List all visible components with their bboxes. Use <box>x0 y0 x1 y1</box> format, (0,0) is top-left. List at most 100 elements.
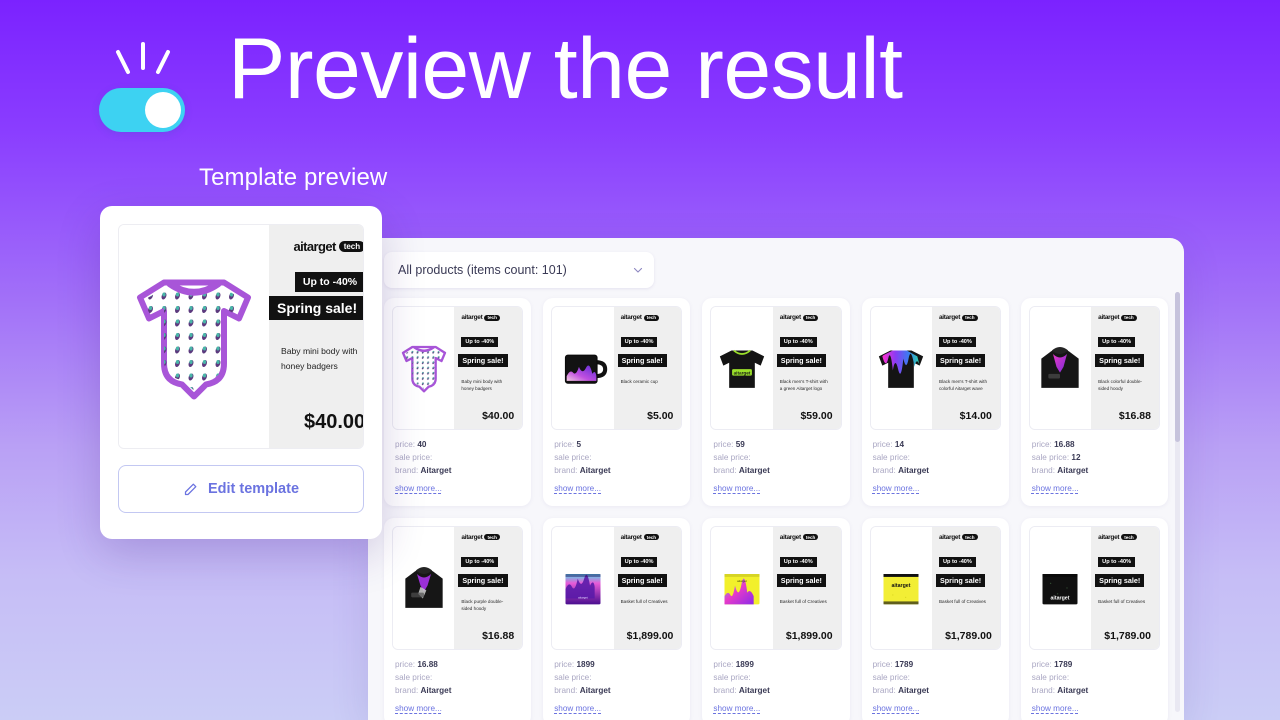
creative-sidebar: aitarget tech Up to -40% Spring sale! Bl… <box>613 307 682 429</box>
panel-scrollbar[interactable] <box>1175 292 1180 712</box>
show-more-link[interactable]: show more... <box>554 704 601 713</box>
discount-badge: Up to -40% <box>1098 556 1136 567</box>
creative-badges: Up to -40% Spring sale! <box>776 330 835 370</box>
show-more-link[interactable]: show more... <box>873 484 920 493</box>
creative-description: Baby mini body with honey badgers <box>461 379 503 392</box>
show-more-link[interactable]: show more... <box>554 484 601 493</box>
sale-badge: Spring sale! <box>617 354 667 367</box>
product-meta: price: 16.88 sale price: brand: Aitarget… <box>392 650 523 716</box>
show-more-link[interactable]: show more... <box>873 704 920 713</box>
product-brand-line: brand: Aitarget <box>554 685 679 698</box>
product-card[interactable]: aitarget tech Up to -40% Spring sale! Ba… <box>384 298 532 506</box>
panel-scrollbar-thumb[interactable] <box>1175 292 1180 442</box>
aitarget-logo: aitarget tech <box>461 314 516 321</box>
product-grid: aitarget tech Up to -40% Spring sale! Ba… <box>368 298 1184 720</box>
creative-sidebar: aitarget tech Up to -40% Spring sale! Ba… <box>613 526 682 649</box>
product-creative: aitarget tech Up to -40% Spring sale! Bl… <box>869 306 1001 430</box>
creative-badges: Up to -40% Spring sale! <box>617 550 676 590</box>
preview-price: $40.00 <box>303 411 364 433</box>
preview-creative: aitarget tech Up to -40% Spring sale! Ba… <box>118 224 364 449</box>
brand-label: brand: <box>872 685 896 695</box>
aitarget-logo: aitarget tech <box>281 239 363 254</box>
aitarget-logo-text: aitarget <box>620 314 642 321</box>
show-more-link[interactable]: show more... <box>713 704 760 713</box>
product-brand-line: brand: Aitarget <box>1032 685 1157 698</box>
product-card[interactable]: aitarget tech Up to -40% Spring sale! Bl… <box>861 298 1009 506</box>
svg-text:aitarget: aitarget <box>578 595 588 599</box>
creative-badges: Up to -40% Spring sale! <box>1095 550 1153 590</box>
creative-description: Black purple double-sided hoody <box>461 598 504 611</box>
product-sale-price-line: sale price: <box>873 672 998 685</box>
creative-sidebar: aitarget tech Up to -40% Spring sale! Ba… <box>931 526 1000 649</box>
preview-description: Baby mini body with honey badgers <box>281 346 358 372</box>
price-value: 14 <box>894 440 905 449</box>
product-card[interactable]: aitarget aitarget tech Up to -40% Spring… <box>702 298 850 506</box>
sale-badge: Spring sale! <box>935 354 986 367</box>
price-label: price: <box>713 659 734 669</box>
product-meta: price: 14 sale price: brand: Aitarget sh… <box>870 430 1001 496</box>
product-price-line: price: 16.88 <box>395 659 520 672</box>
product-price-line: price: 59 <box>713 439 838 452</box>
sale-price-label: sale price: <box>1031 452 1070 462</box>
product-price-line: price: 1789 <box>1032 659 1157 672</box>
product-image: aitarget <box>552 526 614 649</box>
product-meta: price: 16.88 sale price: 12 brand: Aitar… <box>1029 430 1160 496</box>
price-label: price: <box>554 440 575 449</box>
aitarget-logo-text: aitarget <box>620 533 642 541</box>
product-card[interactable]: aitarget aitarget tech Up to -40% Spring… <box>543 517 691 720</box>
creative-description: Basket full of Creatives <box>620 598 668 604</box>
price-value: 5 <box>576 440 582 449</box>
creative-description: Black men's T-shirt with a green Aitarge… <box>779 379 828 392</box>
product-sale-price-line: sale price: <box>395 452 520 465</box>
product-card[interactable]: aitarget tech Up to -40% Spring sale! Bl… <box>384 517 532 720</box>
discount-badge: Up to -40% <box>461 556 499 567</box>
svg-text:aitarget: aitarget <box>1051 596 1070 602</box>
aitarget-logo: aitarget tech <box>780 534 835 541</box>
aitarget-logo-tech: tech <box>484 534 500 541</box>
product-creative: aitarget aitarget tech Up to -40% Spring… <box>869 525 1001 650</box>
template-preview-card: aitarget tech Up to -40% Spring sale! Ba… <box>100 206 382 539</box>
edit-template-button[interactable]: Edit template <box>118 465 364 513</box>
show-more-link[interactable]: show more... <box>1032 704 1079 713</box>
template-preview-toggle[interactable] <box>99 88 185 132</box>
product-card[interactable]: aitarget aitarget tech Up to -40% Spring… <box>1020 517 1168 720</box>
product-card[interactable]: aitarget aitarget tech Up to -40% Spring… <box>702 517 850 720</box>
product-creative: aitarget aitarget tech Up to -40% Spring… <box>710 525 842 650</box>
filter-row: All products (items count: 101) <box>368 238 1184 298</box>
brand-label: brand: <box>1031 465 1056 475</box>
product-meta: price: 40 sale price: brand: Aitarget sh… <box>392 430 523 496</box>
product-card[interactable]: aitarget aitarget tech Up to -40% Spring… <box>861 517 1009 720</box>
aitarget-logo: aitarget tech <box>939 534 994 541</box>
show-more-link[interactable]: show more... <box>713 484 760 493</box>
product-card[interactable]: aitarget tech Up to -40% Spring sale! Bl… <box>1020 298 1168 506</box>
brand-label: brand: <box>713 465 737 475</box>
product-brand-line: brand: Aitarget <box>395 685 520 698</box>
brand-label: brand: <box>713 685 737 695</box>
product-meta: price: 1789 sale price: brand: Aitarget … <box>870 650 1001 716</box>
product-creative: aitarget tech Up to -40% Spring sale! Ba… <box>392 306 524 430</box>
creative-badges: Up to -40% Spring sale! <box>617 330 676 370</box>
product-creative: aitarget tech Up to -40% Spring sale! Bl… <box>1028 306 1160 430</box>
product-sale-price-line: sale price: <box>1032 672 1157 685</box>
creative-price: $1,899.00 <box>785 629 833 642</box>
show-more-link[interactable]: show more... <box>1032 484 1079 493</box>
aitarget-logo-text: aitarget <box>461 314 483 321</box>
template-preview-toggle-group <box>99 42 185 132</box>
product-image <box>393 526 455 649</box>
price-label: price: <box>872 440 893 449</box>
sparkle-icon <box>116 42 170 74</box>
product-brand-line: brand: Aitarget <box>873 685 998 698</box>
sale-badge: Spring sale! <box>776 354 826 367</box>
product-card[interactable]: aitarget tech Up to -40% Spring sale! Bl… <box>543 298 691 506</box>
discount-badge: Up to -40% <box>779 556 817 567</box>
all-products-select[interactable]: All products (items count: 101) <box>384 252 654 288</box>
sale-badge: Spring sale! <box>1095 573 1145 587</box>
price-label: price: <box>395 440 416 449</box>
product-brand-line: brand: Aitarget <box>395 465 520 478</box>
product-price-line: price: 1789 <box>873 659 998 672</box>
show-more-link[interactable]: show more... <box>395 484 442 493</box>
show-more-link[interactable]: show more... <box>395 704 442 713</box>
svg-text:aitarget: aitarget <box>892 583 911 589</box>
aitarget-logo-text: aitarget <box>779 533 801 541</box>
creative-sidebar: aitarget tech Up to -40% Spring sale! Ba… <box>454 307 523 429</box>
